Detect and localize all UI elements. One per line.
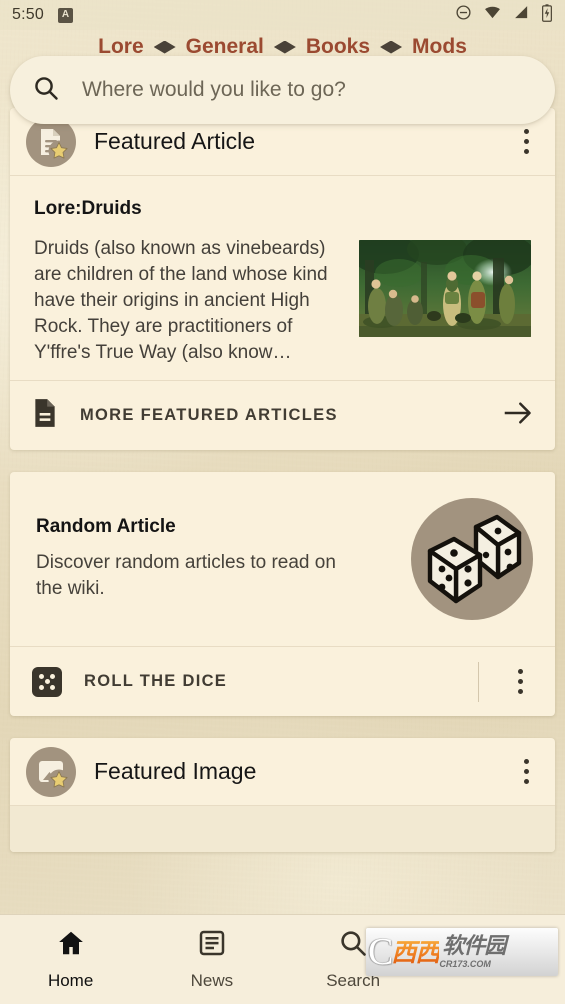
watermark-overlay: C 西西 软件园 CR173.COM bbox=[366, 928, 558, 976]
watermark-text-stack: 软件园 CR173.COM bbox=[439, 933, 506, 969]
featured-image-header[interactable]: Featured Image bbox=[10, 738, 555, 806]
random-article-title: Random Article bbox=[36, 516, 176, 537]
featured-article-more-vert-icon[interactable] bbox=[513, 122, 539, 162]
status-bar: 5:50 A bbox=[0, 0, 565, 30]
featured-image-more-vert-icon[interactable] bbox=[513, 752, 539, 792]
featured-article-excerpt: Druids (also known as vinebeards) are ch… bbox=[34, 238, 328, 363]
featured-image-card: Featured Image bbox=[10, 738, 555, 852]
featured-article-body[interactable]: Lore:Druids Druids (also known as vinebe… bbox=[10, 176, 555, 380]
random-article-body[interactable]: Random Article Discover random articles … bbox=[10, 472, 555, 646]
app-notification-icon: A bbox=[57, 7, 73, 23]
featured-article-star-icon bbox=[26, 116, 76, 167]
bottom-nav-item-news[interactable]: News bbox=[141, 915, 282, 1004]
random-article-more-vert-icon[interactable] bbox=[507, 662, 533, 702]
featured-image-body-placeholder bbox=[10, 806, 555, 852]
diamond-separator-icon bbox=[376, 40, 406, 55]
status-bar-left: 5:50 A bbox=[12, 6, 73, 24]
random-article-card: Random Article Discover random articles … bbox=[10, 472, 555, 716]
app-root: 5:50 A Lore General Books Mods Where wou… bbox=[0, 0, 565, 1004]
more-featured-articles-button[interactable]: MORE FEATURED ARTICLES bbox=[10, 380, 555, 450]
search-bar[interactable]: Where would you like to go? bbox=[10, 56, 555, 124]
main-scroll-area[interactable]: Featured Article Lore:Druids Druids (als… bbox=[0, 108, 565, 914]
do-not-disturb-icon bbox=[455, 4, 472, 26]
watermark-logo-mark: C bbox=[368, 931, 394, 973]
featured-article-title: Featured Article bbox=[94, 128, 256, 154]
search-input[interactable]: Where would you like to go? bbox=[82, 78, 346, 102]
druids-artwork-thumbnail bbox=[359, 240, 531, 337]
two-dice-icon bbox=[411, 498, 533, 620]
die-five-icon bbox=[32, 666, 62, 697]
watermark-brand-cn2: 软件园 bbox=[442, 933, 506, 959]
diamond-separator-icon bbox=[150, 40, 180, 55]
bottom-nav-item-home[interactable]: Home bbox=[0, 915, 141, 1004]
random-article-description: Discover random articles to read on the … bbox=[36, 552, 336, 599]
bottom-nav-label-news: News bbox=[190, 971, 234, 990]
search-icon bbox=[338, 928, 368, 963]
search-icon bbox=[32, 74, 60, 107]
roll-the-dice-label: ROLL THE DICE bbox=[84, 672, 228, 690]
featured-article-entry-title: Lore:Druids bbox=[34, 198, 142, 219]
battery-charging-icon bbox=[541, 3, 553, 27]
diamond-separator-icon bbox=[270, 40, 300, 55]
action-divider bbox=[478, 661, 479, 702]
article-document-icon bbox=[32, 398, 58, 433]
featured-image-star-icon bbox=[26, 746, 76, 797]
watermark-url: CR173.COM bbox=[439, 958, 491, 969]
featured-image-title: Featured Image bbox=[94, 758, 257, 784]
bottom-nav-label-home: Home bbox=[47, 971, 94, 990]
home-icon bbox=[55, 928, 87, 963]
featured-article-card: Featured Article Lore:Druids Druids (als… bbox=[10, 108, 555, 450]
watermark-brand-cn: 西西 bbox=[391, 937, 440, 967]
status-bar-right bbox=[455, 3, 553, 27]
arrow-right-icon[interactable] bbox=[503, 400, 533, 431]
status-clock: 5:50 bbox=[12, 6, 44, 23]
wifi-icon bbox=[483, 4, 502, 26]
more-featured-articles-label: MORE FEATURED ARTICLES bbox=[80, 406, 338, 424]
news-icon bbox=[197, 928, 227, 963]
cell-signal-icon bbox=[513, 4, 530, 26]
roll-the-dice-button[interactable]: ROLL THE DICE bbox=[10, 646, 555, 716]
